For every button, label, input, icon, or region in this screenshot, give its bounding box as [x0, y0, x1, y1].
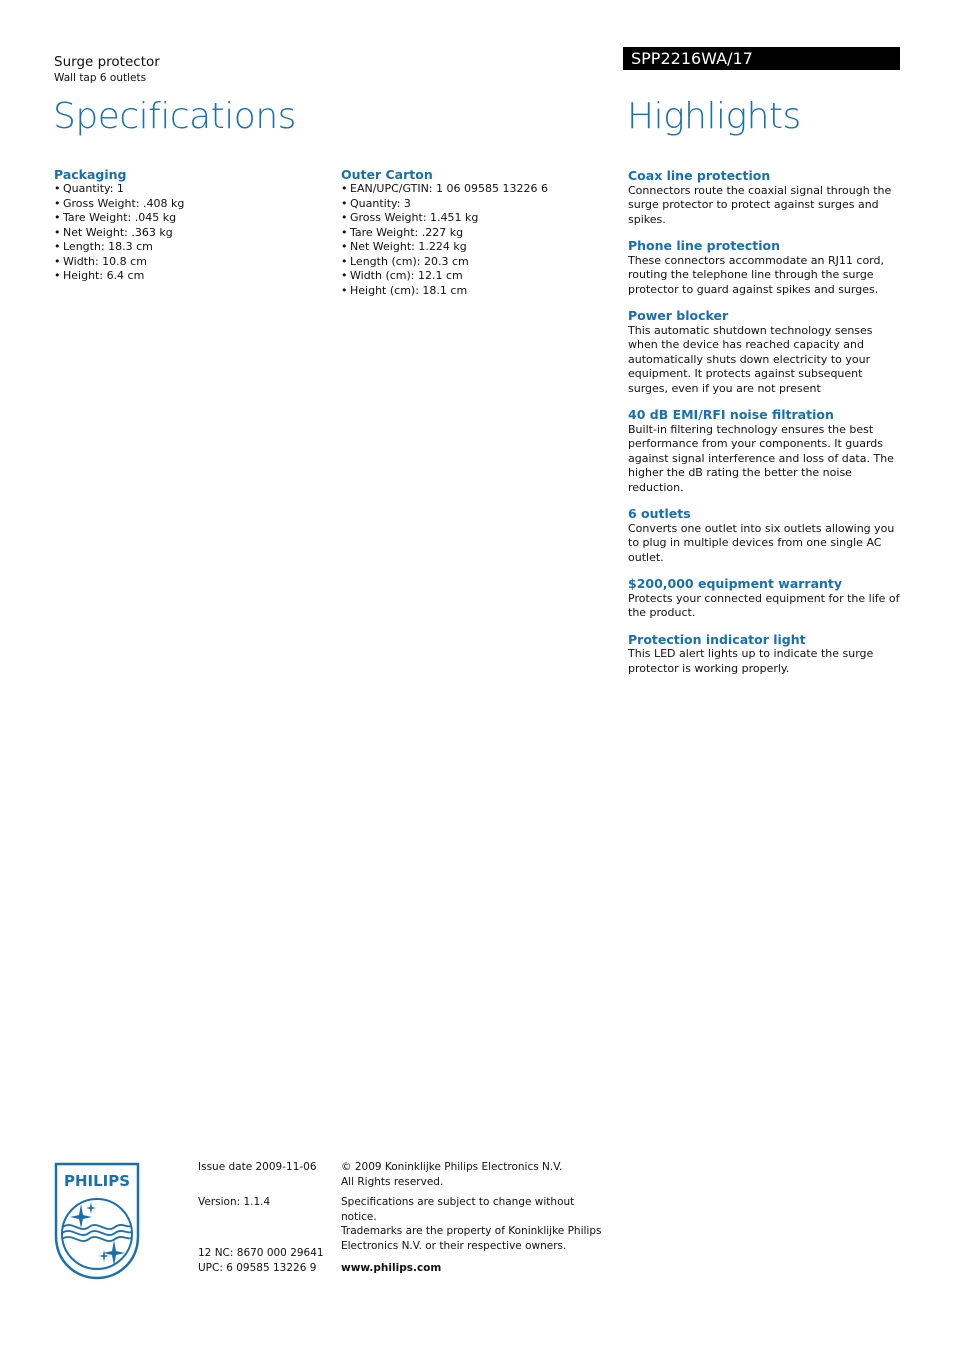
product-name: Surge protector [54, 54, 160, 70]
spec-item: Width (cm): 12.1 cm [341, 269, 611, 284]
disclaimer-line-1: Specifications are subject to change wit… [341, 1196, 575, 1223]
model-number-banner: SPP2216WA/17 [623, 47, 900, 70]
spec-item: Height: 6.4 cm [54, 269, 324, 284]
outer-carton-heading: Outer Carton [341, 167, 433, 182]
copyright-line-1: © 2009 Koninklijke Philips Electronics N… [341, 1161, 563, 1173]
highlight-item: Protection indicator light This LED alert… [628, 631, 903, 677]
highlight-item: 6 outlets Converts one outlet into six ou… [628, 506, 903, 565]
spec-item: Tare Weight: .227 kg [341, 226, 611, 241]
issue-date: Issue date 2009-11-06 [198, 1161, 317, 1173]
highlight-text: This LED alert lights up to indicate the… [628, 647, 874, 675]
highlight-title: Coax line protection [628, 168, 771, 183]
outer-carton-list: EAN/UPC/GTIN: 1 06 09585 13226 6Quantity… [341, 182, 611, 298]
spec-item: Net Weight: 1.224 kg [341, 240, 611, 255]
philips-logo: PHILIPS [54, 1162, 140, 1280]
packaging-section: Packaging Quantity: 1Gross Weight: .408 … [54, 167, 324, 284]
disclaimer: Specifications are subject to change wit… [341, 1195, 611, 1253]
packaging-list: Quantity: 1Gross Weight: .408 kgTare Wei… [54, 182, 324, 284]
packaging-heading: Packaging [54, 167, 127, 182]
highlight-item: 40 dB EMI/RFI noise filtration Built-in f… [628, 407, 903, 495]
philips-shield-icon: PHILIPS [54, 1162, 140, 1280]
highlight-title: Protection indicator light [628, 631, 806, 647]
upc-number: UPC: 6 09585 13226 9 [198, 1262, 317, 1274]
copyright: © 2009 Koninklijke Philips Electronics N… [341, 1160, 611, 1189]
spec-item: EAN/UPC/GTIN: 1 06 09585 13226 6 [341, 182, 611, 197]
nc-number: 12 NC: 8670 000 29641 [198, 1247, 324, 1259]
spec-item: Length (cm): 20.3 cm [341, 255, 611, 270]
spec-item: Quantity: 3 [341, 197, 611, 212]
highlight-text: Built-in filtering technology ensures th… [628, 422, 894, 494]
outer-carton-section: Outer Carton EAN/UPC/GTIN: 1 06 09585 13… [341, 167, 611, 298]
spec-item: Length: 18.3 cm [54, 240, 324, 255]
product-subtitle: Wall tap 6 outlets [54, 72, 147, 84]
highlight-text: Connectors route the coaxial signal thro… [628, 183, 892, 226]
highlight-item: $200,000 equipment warranty Protects your… [628, 576, 903, 621]
highlight-title: Power blocker [628, 308, 729, 323]
highlight-item: Phone line protection These connectors ac… [628, 238, 903, 297]
highlight-text: This automatic shutdown technology sense… [628, 323, 873, 395]
highlight-item: Power blocker This automatic shutdown tec… [628, 308, 903, 396]
highlight-title: Phone line protection [628, 238, 780, 253]
spec-item: Gross Weight: 1.451 kg [341, 211, 611, 226]
highlights-list: Coax line protection Connectors route the… [628, 168, 903, 688]
disclaimer-line-2: Trademarks are the property of Koninklij… [341, 1225, 602, 1237]
highlight-title: 40 dB EMI/RFI noise filtration [628, 407, 834, 422]
logo-text: PHILIPS [64, 1172, 130, 1190]
specifications-title: Specifications [53, 96, 296, 137]
highlight-title: 6 outlets [628, 506, 691, 521]
highlights-title: Highlights [627, 96, 801, 137]
spec-item: Height (cm): 18.1 cm [341, 284, 611, 299]
highlight-text: These connectors accommodate an RJ11 cor… [628, 253, 884, 296]
spec-item: Width: 10.8 cm [54, 255, 324, 270]
highlight-item: Coax line protection Connectors route the… [628, 168, 903, 227]
spec-item: Gross Weight: .408 kg [54, 197, 324, 212]
highlight-text: Protects your connected equipment for th… [628, 591, 900, 620]
spec-item: Tare Weight: .045 kg [54, 211, 324, 226]
website-link[interactable]: www.philips.com [341, 1261, 611, 1276]
spec-item: Net Weight: .363 kg [54, 226, 324, 241]
version: Version: 1.1.4 [198, 1196, 271, 1208]
copyright-line-2: All Rights reserved. [341, 1175, 444, 1188]
spec-item: Quantity: 1 [54, 182, 324, 197]
highlight-title: $200,000 equipment warranty [628, 576, 843, 591]
disclaimer-line-3: Electronics N.V. or their respective own… [341, 1239, 567, 1252]
highlight-text: Converts one outlet into six outlets all… [628, 521, 895, 564]
